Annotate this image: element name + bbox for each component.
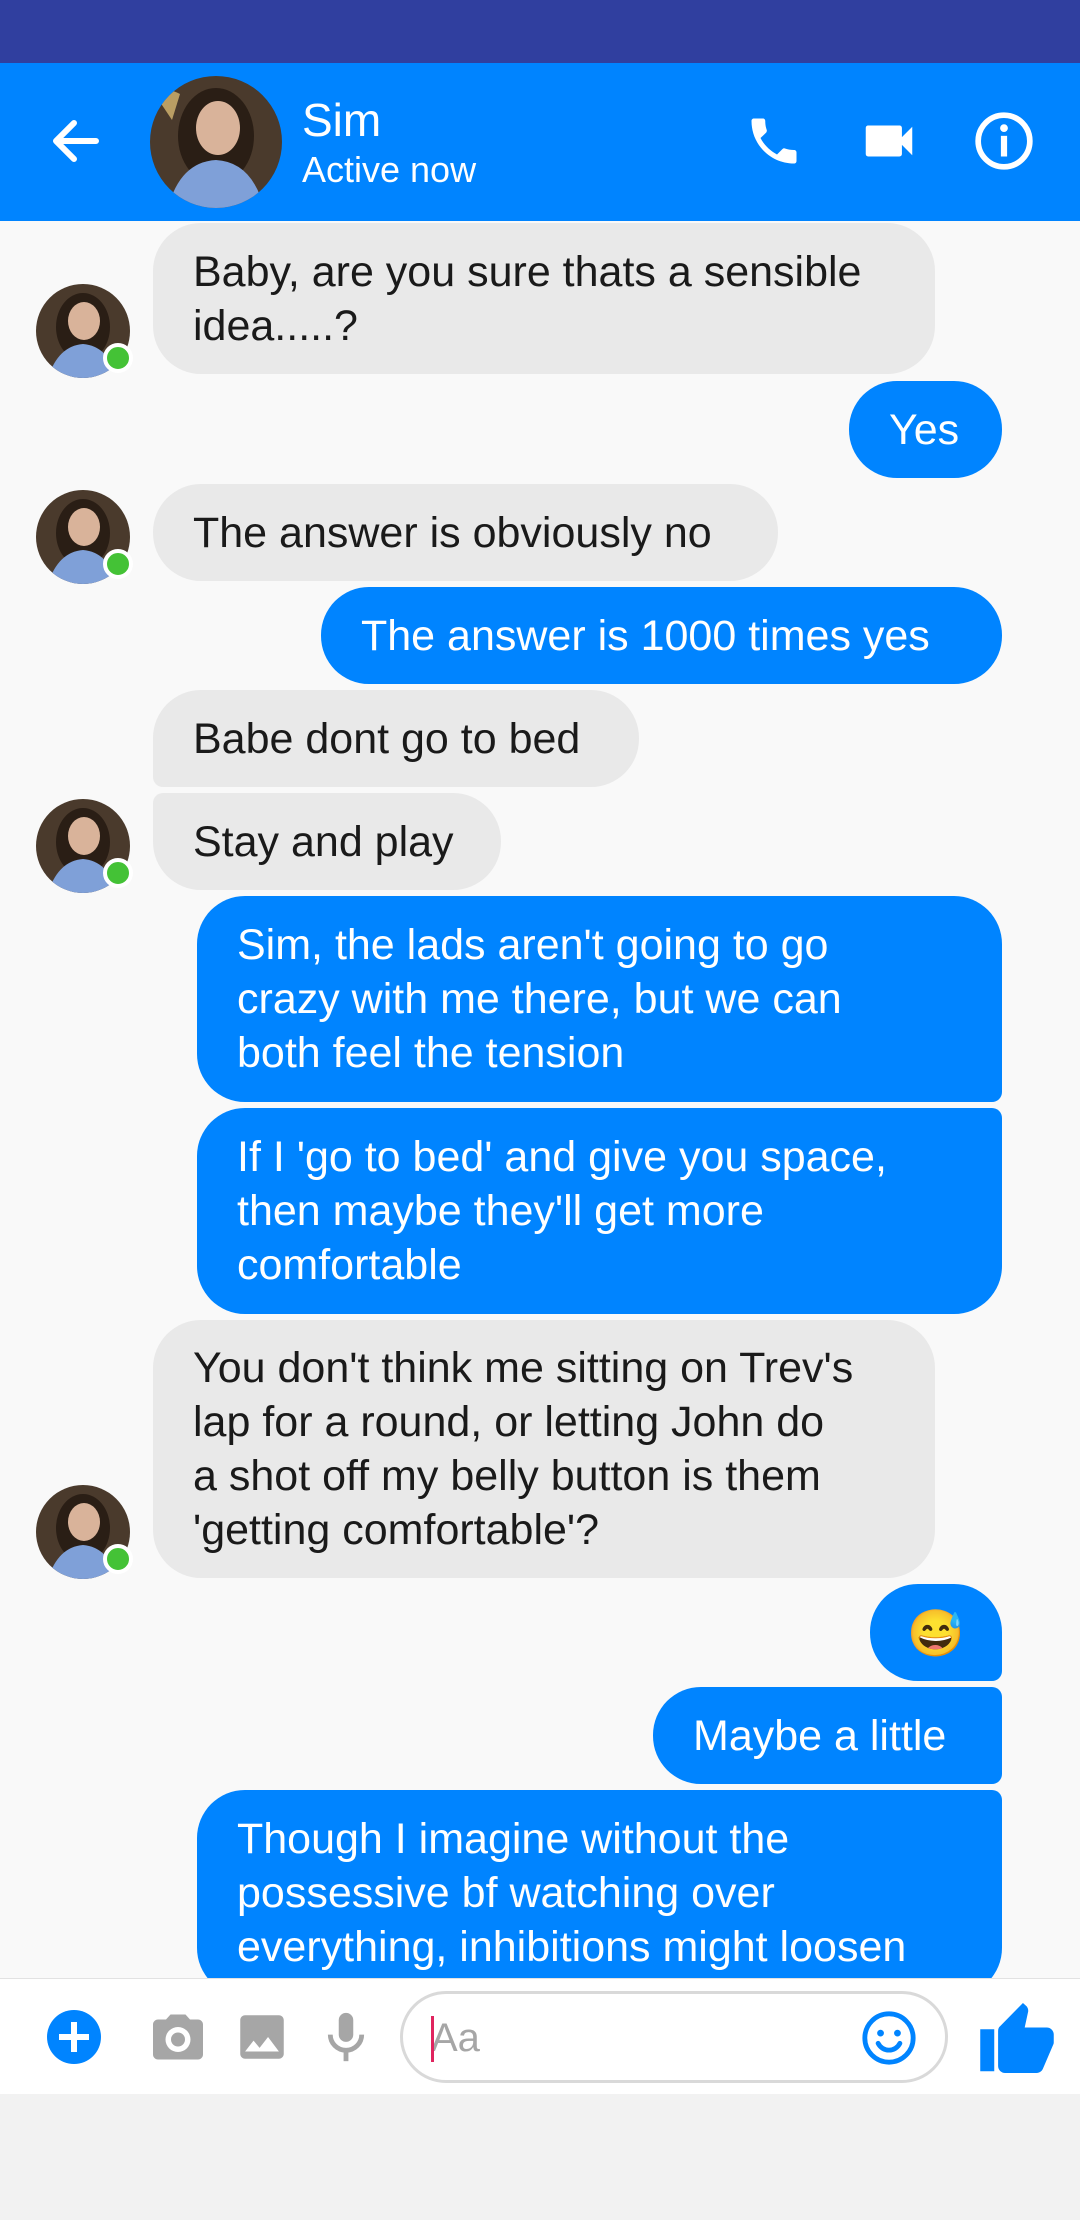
online-indicator [103, 549, 133, 579]
message-bubble-incoming[interactable]: Babe dont go to bed [153, 690, 639, 787]
message-bubble-outgoing[interactable]: Yes [849, 381, 1002, 478]
message-bubble-incoming[interactable]: The answer is obviously no [153, 484, 778, 581]
message-bubble-outgoing[interactable]: The answer is 1000 times yes [321, 587, 1002, 684]
thumbs-up-icon [980, 2003, 1054, 2073]
message-bubble-outgoing[interactable]: 😅 [870, 1584, 1002, 1681]
add-button[interactable] [38, 2001, 110, 2073]
gallery-button[interactable] [226, 2001, 298, 2073]
message-input-box[interactable] [400, 1991, 948, 2083]
message-bubble-outgoing[interactable]: If I 'go to bed' and give you space, the… [197, 1108, 1002, 1314]
camera-icon [153, 2014, 203, 2060]
info-icon [975, 112, 1033, 170]
message-input[interactable] [431, 2012, 851, 2064]
message-bubble-outgoing[interactable]: Sim, the lads aren't going to go crazy w… [197, 896, 1002, 1102]
message-bubble-outgoing[interactable]: Maybe a little [653, 1687, 1002, 1784]
phone-icon [751, 118, 797, 164]
navigation-area [0, 2094, 1080, 2220]
add-icon [47, 2010, 101, 2064]
online-indicator [103, 858, 133, 888]
back-arrow-icon [53, 120, 99, 162]
video-camera-icon [865, 125, 913, 157]
emoji-icon [862, 2011, 916, 2065]
message-composer [0, 1978, 1080, 2094]
image-icon [240, 2015, 284, 2059]
microphone-icon [327, 2012, 365, 2062]
contact-status: Active now [302, 149, 477, 190]
like-button[interactable] [972, 1993, 1062, 2083]
message-bubble-incoming[interactable]: Baby, are you sure thats a sensible idea… [153, 223, 935, 374]
online-indicator [103, 343, 133, 373]
emoji-button[interactable] [853, 2002, 925, 2074]
message-bubble-outgoing[interactable]: Though I imagine without the possessive … [197, 1790, 1002, 1978]
online-indicator [103, 1544, 133, 1574]
voice-button[interactable] [310, 2001, 382, 2073]
back-button[interactable] [48, 113, 104, 169]
message-bubble-incoming[interactable]: Stay and play [153, 793, 501, 890]
contact-name[interactable]: Sim [302, 93, 381, 147]
info-button[interactable] [968, 105, 1040, 177]
status-bar [0, 0, 1080, 63]
call-button[interactable] [738, 105, 810, 177]
message-bubble-incoming[interactable]: You don't think me sitting on Trev's lap… [153, 1320, 935, 1578]
video-call-button[interactable] [853, 105, 925, 177]
camera-button[interactable] [142, 2001, 214, 2073]
conversation-header: Sim Active now [0, 63, 1080, 221]
contact-avatar[interactable] [150, 76, 282, 208]
message-list[interactable]: Baby, are you sure thats a sensible idea… [0, 221, 1080, 1978]
text-caret [431, 2016, 434, 2062]
